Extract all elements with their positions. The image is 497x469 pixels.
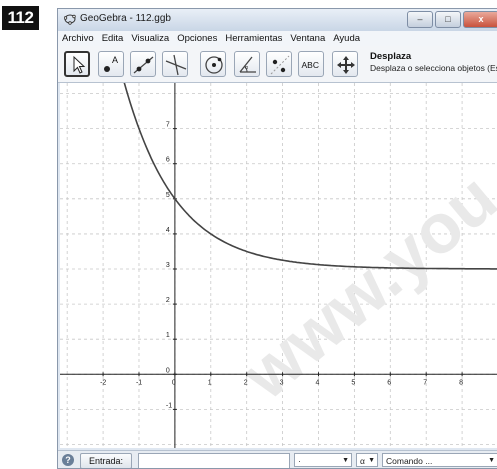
greek-dropdown[interactable]: α ▼ xyxy=(356,453,378,467)
minimize-button[interactable]: – xyxy=(407,11,433,28)
angle-icon: α xyxy=(239,56,256,73)
y-tick-label: -1 xyxy=(166,402,172,409)
help-icon[interactable]: ? xyxy=(62,454,74,466)
menu-archivo[interactable]: Archivo xyxy=(58,31,98,46)
figure-number-badge: 112 xyxy=(2,6,39,30)
line-icon xyxy=(133,56,154,74)
input-bar: ? Entrada: · ▼ α ▼ Comando ... ▼ xyxy=(58,450,497,468)
maximize-button[interactable]: □ xyxy=(435,11,461,28)
greek-dropdown-value: α xyxy=(360,456,365,466)
reflect-icon xyxy=(270,55,290,75)
x-tick-label: 5 xyxy=(351,379,355,386)
x-tick-label: -1 xyxy=(136,379,142,386)
move-view-tool-button[interactable] xyxy=(332,51,358,77)
close-button[interactable]: x xyxy=(463,11,497,28)
move-tool-button[interactable] xyxy=(64,51,90,77)
text-icon: ABC xyxy=(302,60,319,70)
perpendicular-tool-button[interactable] xyxy=(162,51,188,77)
command-dropdown[interactable]: Comando ... ▼ xyxy=(382,453,497,467)
circle-tool-button[interactable] xyxy=(200,51,226,77)
menu-bar: Archivo Edita Visualiza Opciones Herrami… xyxy=(58,31,497,46)
menu-ayuda[interactable]: Ayuda xyxy=(329,31,364,46)
y-tick-label: 3 xyxy=(166,262,170,269)
window-title: GeoGebra - 112.ggb xyxy=(80,13,171,24)
graphics-canvas[interactable]: www.you -2 -1 0 1 2 3 4 5 6 7 8 7 6 5 4 3 2 1 0 -1 xyxy=(60,83,497,448)
entrada-button[interactable]: Entrada: xyxy=(80,453,132,468)
x-tick-label: 0 xyxy=(172,379,176,386)
x-tick-label: 2 xyxy=(244,379,248,386)
reflect-tool-button[interactable] xyxy=(266,51,292,77)
chevron-down-icon: ▼ xyxy=(488,457,495,464)
menu-visualiza[interactable]: Visualiza xyxy=(127,31,173,46)
x-tick-label: 3 xyxy=(280,379,284,386)
perpendicular-icon xyxy=(165,54,187,76)
graphics-view[interactable]: www.you -2 -1 0 1 2 3 4 5 6 7 8 7 6 5 4 3 2 1 0 -1 xyxy=(60,83,497,448)
chevron-down-icon: ▼ xyxy=(368,457,375,464)
y-tick-label: 0 xyxy=(166,367,170,374)
menu-opciones[interactable]: Opciones xyxy=(173,31,221,46)
point-tool-button[interactable]: A xyxy=(98,51,124,77)
selected-tool-title: Desplaza xyxy=(370,51,412,62)
title-bar: GeoGebra - 112.ggb – □ x xyxy=(58,9,497,31)
angle-tool-button[interactable]: α xyxy=(234,51,260,77)
geogebra-window: GeoGebra - 112.ggb – □ x Archivo Edita V… xyxy=(57,8,497,469)
x-tick-label: 4 xyxy=(315,379,319,386)
x-tick-label: 1 xyxy=(208,379,212,386)
toolbar: A α ABC Desplaza Desplaza o selecciona o… xyxy=(58,46,497,83)
geogebra-logo-icon xyxy=(64,14,76,25)
text-icon-label: ABC xyxy=(302,60,319,70)
menu-herramientas[interactable]: Herramientas xyxy=(221,31,286,46)
arrow-cursor-icon xyxy=(73,55,86,74)
svg-text:α: α xyxy=(245,65,248,71)
command-dropdown-value: Comando ... xyxy=(386,456,433,466)
y-tick-label: 2 xyxy=(166,297,170,304)
y-tick-label: 4 xyxy=(166,227,170,234)
command-input-field[interactable] xyxy=(138,453,290,468)
symbol-dropdown[interactable]: · ▼ xyxy=(294,453,352,467)
y-tick-label: 1 xyxy=(166,332,170,339)
move-view-icon xyxy=(337,56,355,74)
menu-edita[interactable]: Edita xyxy=(98,31,128,46)
x-tick-label: 6 xyxy=(387,379,391,386)
x-tick-label: -2 xyxy=(100,379,106,386)
circle-icon xyxy=(205,56,223,74)
symbol-dropdown-value: · xyxy=(298,456,301,466)
y-tick-label: 6 xyxy=(166,157,170,164)
x-tick-label: 7 xyxy=(423,379,427,386)
y-tick-label: 7 xyxy=(166,122,170,129)
chevron-down-icon: ▼ xyxy=(342,457,349,464)
line-tool-button[interactable] xyxy=(130,51,156,77)
point-icon: A xyxy=(104,55,118,72)
text-tool-button[interactable]: ABC xyxy=(298,51,324,77)
menu-ventana[interactable]: Ventana xyxy=(286,31,329,46)
selected-tool-description: Desplaza o selecciona objetos (Esc) xyxy=(370,63,497,73)
x-tick-label: 8 xyxy=(459,379,463,386)
point-icon-label: A xyxy=(112,55,118,65)
watermark-text: www.you xyxy=(227,158,497,414)
y-tick-label: 5 xyxy=(166,192,170,199)
